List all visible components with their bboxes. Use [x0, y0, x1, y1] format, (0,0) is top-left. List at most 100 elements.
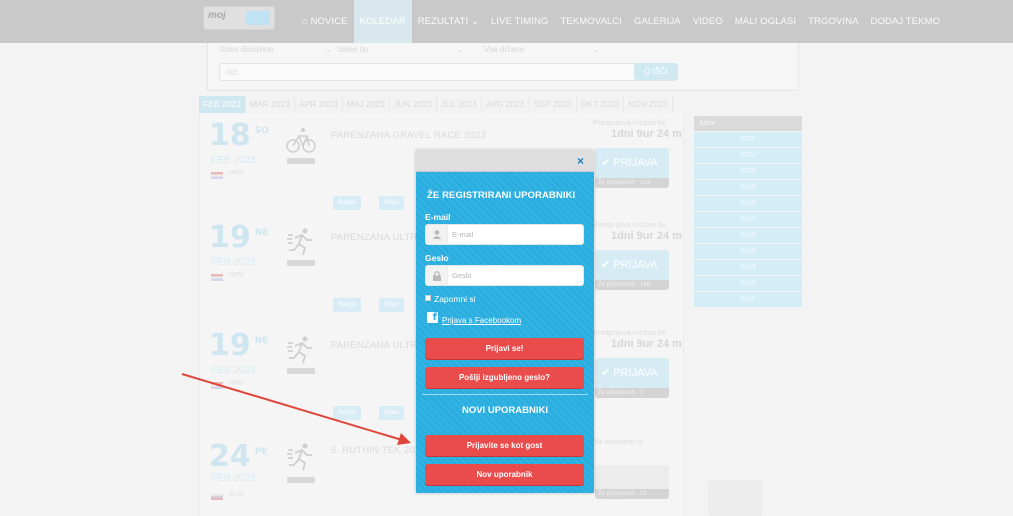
signup-time: 1dni 9ur 24 m [611, 230, 682, 242]
event-country: HRV [229, 380, 244, 387]
nav-item-novice[interactable]: ⌂ NOVICE [296, 0, 354, 43]
remember-checkbox[interactable] [425, 295, 431, 301]
password-label: Geslo [425, 253, 449, 263]
registered-users-heading: ŽE REGISTRIRANI UPORABNIKI [427, 190, 576, 201]
nav-label: TRGOVINA [808, 16, 859, 27]
month-tab[interactable]: FEB 2023 [199, 96, 246, 113]
registered-count: Že prijavljenih : 1 [595, 388, 669, 398]
runner-icon [287, 443, 312, 471]
new-users-heading: NOVI UPORABNIKI [461, 405, 549, 416]
event-name[interactable]: PARENZANA GRAVEL RACE 2023 [331, 130, 486, 141]
nav-item-trgovina[interactable]: TRGOVINA [802, 0, 864, 43]
archive-year[interactable]: 2016 [694, 228, 802, 243]
guest-login-button[interactable]: Prijavite se kot gost [425, 435, 584, 456]
event-month: FEB 2023 [211, 473, 256, 484]
event-day: 18 SO [209, 118, 269, 153]
archive-year[interactable]: 2014 [694, 260, 802, 275]
logo-text: moj [208, 10, 226, 21]
chevron-down-icon: ⌄ [470, 16, 480, 27]
email-input[interactable] [452, 228, 580, 241]
archive-panel: Arhiv 2022 2021 2020 2019 2018 2017 2016… [694, 116, 802, 307]
nav-label: REZULTATI [417, 16, 469, 27]
event-country: HRV [229, 170, 244, 177]
razpis-button[interactable]: Razpis [333, 196, 362, 210]
country-flag-icon [211, 382, 223, 389]
month-tab[interactable]: MAJ 2023 [343, 96, 391, 113]
type-select[interactable]: Izberi tip [338, 45, 368, 59]
facebook-icon[interactable]: f [427, 312, 438, 323]
site-logo[interactable]: moj [203, 6, 275, 30]
top-navigation-bar: moj ⌂ NOVICE KOLEDAR REZULTATI ⌄ LIVE TI… [0, 0, 1013, 43]
login-button[interactable]: Prijavi se! [425, 338, 584, 359]
month-tab[interactable]: MAR 2023 [246, 96, 295, 113]
razpis-button[interactable]: Razpis [333, 406, 362, 420]
nav-item-koledar[interactable]: KOLEDAR [353, 0, 412, 43]
nav-item-rezultati[interactable]: REZULTATI ⌄ [412, 0, 485, 43]
nav-item-video[interactable]: VIDEO [687, 0, 729, 43]
archive-year[interactable]: 2022 [694, 132, 802, 147]
discipline-select[interactable]: Izberi disciplino [219, 45, 274, 59]
facebook-login-link[interactable]: Prijava s Facebookom [442, 316, 521, 325]
event-name[interactable]: 5. RUTHIN TEK 2023 [331, 445, 426, 456]
sport-tag [287, 477, 315, 483]
prijave-button[interactable]: Prijav [379, 196, 405, 210]
email-label: E-mail [425, 212, 451, 222]
razpis-button[interactable]: Razpis [333, 298, 362, 312]
divider [422, 394, 588, 395]
month-tab[interactable]: AVG 2023 [482, 96, 530, 113]
login-modal: × ŽE REGISTRIRANI UPORABNIKI E-mail Gesl… [416, 150, 594, 493]
signup-text: Predprijava možna še: [593, 118, 668, 127]
registered-count: Že prijavljenih : 214 [595, 178, 669, 188]
bicycle-icon [286, 128, 316, 153]
month-tab[interactable]: SEP 2023 [530, 96, 577, 113]
nav-item-dodaj-tekmo[interactable]: DODAJ TEKMO [865, 0, 947, 43]
sport-tag [287, 158, 315, 164]
month-tab[interactable]: NOV 2023 [624, 96, 673, 113]
archive-year[interactable]: 2019 [694, 180, 802, 195]
archive-year[interactable]: 2012 [694, 292, 802, 307]
event-day: 19 NE [209, 220, 269, 255]
registered-count: Že prijavljenih : 146 [595, 280, 669, 290]
country-flag-icon [211, 493, 223, 500]
signup-text: Predprijava možna še: [593, 328, 668, 337]
archive-year[interactable]: 2020 [694, 164, 802, 179]
prijave-button[interactable]: Prijav [379, 406, 405, 420]
month-tab[interactable]: APR 2023 [295, 96, 343, 113]
nav-item-mali-oglasi[interactable]: MALI OGLASI [729, 0, 802, 43]
nav-label: GALERIJA [634, 16, 681, 27]
event-day: 19 NE [209, 328, 269, 363]
email-field[interactable] [425, 224, 584, 245]
lost-password-button[interactable]: Pošlji izgubljeno geslo? [425, 367, 584, 388]
prijava-button[interactable]: ✔ PRIJAVA [595, 148, 669, 178]
remember-label[interactable]: Zapomni si [434, 294, 476, 304]
month-tab[interactable]: JUN 2023 [390, 96, 437, 113]
close-icon[interactable]: × [577, 154, 584, 168]
month-tab[interactable]: OKT 2023 [577, 96, 625, 113]
new-user-button[interactable]: Nov uporabnik [425, 464, 584, 485]
event-day: 24 PE [209, 439, 268, 474]
archive-year[interactable]: 2018 [694, 196, 802, 211]
prijave-button[interactable]: Prijav [379, 298, 405, 312]
nav-item-live-timing[interactable]: LIVE TIMING [485, 0, 554, 43]
archive-year[interactable]: 2017 [694, 212, 802, 227]
ad-thumbnail[interactable] [708, 480, 762, 516]
signup-time: 1dni 9ur 24 m [611, 128, 682, 140]
archive-year[interactable]: 2013 [694, 276, 802, 291]
password-input[interactable] [452, 269, 580, 282]
nav-label: VIDEO [692, 16, 723, 27]
search-input[interactable]: Išči [219, 63, 678, 81]
country-flag-icon [211, 274, 223, 281]
nav-item-galerija[interactable]: GALERIJA [628, 0, 687, 43]
month-tab[interactable]: JUL 2023 [437, 96, 482, 113]
signup-text: Na koledarju si [593, 437, 643, 446]
password-field[interactable] [425, 265, 584, 286]
prijava-button[interactable]: ✔ PRIJAVA [595, 250, 669, 280]
country-select[interactable]: Vse države [484, 45, 524, 59]
archive-year[interactable]: 2015 [694, 244, 802, 259]
sport-tag [287, 368, 315, 374]
event-country: SLO [229, 491, 244, 498]
prijava-button[interactable]: ✔ PRIJAVA [595, 358, 669, 388]
nav-item-tekmovalci[interactable]: TEKMOVALCI [554, 0, 628, 43]
search-button[interactable]: Q IŠČI [634, 63, 678, 80]
archive-year[interactable]: 2021 [694, 148, 802, 163]
